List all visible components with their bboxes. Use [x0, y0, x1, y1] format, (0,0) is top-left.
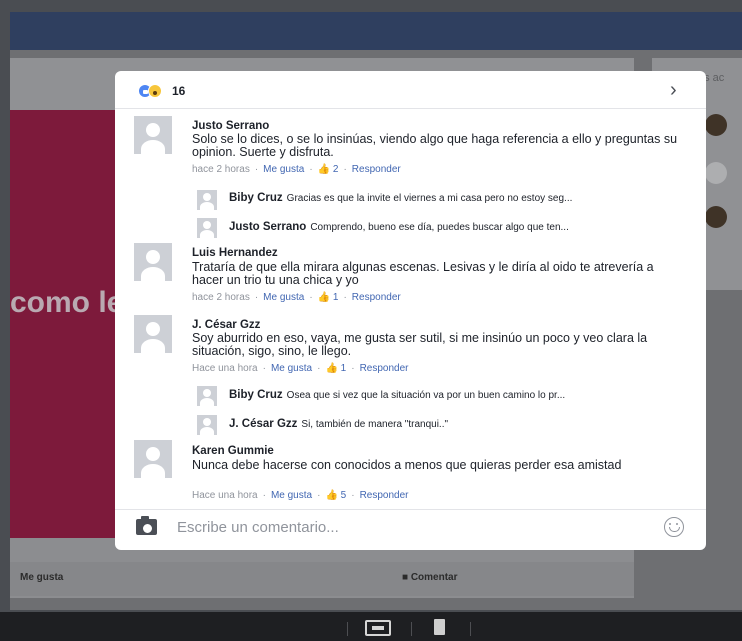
- avatar[interactable]: [197, 218, 217, 238]
- reply-link[interactable]: Responder: [360, 363, 409, 374]
- avatar[interactable]: [134, 440, 172, 478]
- reply-item[interactable]: J. César Gzz Si, también de manera "tranq…: [229, 418, 448, 430]
- reply-link[interactable]: Responder: [360, 490, 409, 501]
- reply-link[interactable]: Responder: [352, 292, 401, 303]
- reply-author[interactable]: Justo Serrano: [229, 221, 306, 233]
- avatar[interactable]: [134, 116, 172, 154]
- comment-time[interactable]: Hace una hora: [192, 363, 258, 374]
- reply-author[interactable]: Biby Cruz: [229, 192, 283, 204]
- avatar[interactable]: [197, 386, 217, 406]
- avatar[interactable]: [197, 415, 217, 435]
- comment-author[interactable]: Karen Gummie: [192, 445, 274, 457]
- comment-text: Trataría de que ella mirara algunas esce…: [192, 260, 654, 287]
- comment-time[interactable]: hace 2 horas: [192, 164, 250, 175]
- post-like-button[interactable]: Me gusta: [20, 572, 63, 583]
- reply-text: Si, también de manera "tranqui..": [301, 419, 449, 430]
- post-image-text: como le: [10, 286, 124, 319]
- like-count-value: 5: [340, 490, 347, 501]
- comment-time[interactable]: hace 2 horas: [192, 292, 250, 303]
- like-link[interactable]: Me gusta: [271, 363, 312, 374]
- window-switch-icon[interactable]: [365, 620, 391, 636]
- like-count[interactable]: 👍 2: [318, 164, 339, 175]
- avatar[interactable]: [134, 315, 172, 353]
- like-count[interactable]: 👍 1: [318, 292, 339, 303]
- like-count[interactable]: 👍 5: [325, 490, 346, 501]
- post-comment-label: Comentar: [410, 572, 458, 583]
- reply-text: Gracias es que la invite el viernes a mi…: [286, 193, 573, 204]
- like-link[interactable]: Me gusta: [263, 292, 304, 303]
- avatar[interactable]: [134, 243, 172, 281]
- camera-icon[interactable]: [136, 516, 157, 535]
- emoji-icon[interactable]: [664, 517, 684, 537]
- comment-input[interactable]: [177, 516, 647, 538]
- like-count-value: 1: [332, 292, 339, 303]
- sidebar-avatar[interactable]: [705, 114, 727, 136]
- comment-text: Soy aburrido en eso, vaya, me gusta ser …: [192, 331, 648, 358]
- comment-author[interactable]: Justo Serrano: [192, 120, 269, 132]
- reply-author[interactable]: Biby Cruz: [229, 389, 283, 401]
- like-count-value: 1: [340, 363, 347, 374]
- wow-icon: [148, 84, 162, 98]
- comment-time[interactable]: Hace una hora: [192, 490, 258, 501]
- divider: [115, 108, 706, 109]
- reaction-count[interactable]: 16: [172, 84, 185, 98]
- modal-header: 16 ›: [115, 71, 706, 109]
- like-link[interactable]: Me gusta: [271, 490, 312, 501]
- divider: [115, 509, 706, 510]
- like-count-value: 2: [332, 164, 339, 175]
- avatar[interactable]: [197, 190, 217, 210]
- comment-author[interactable]: Luis Hernandez: [192, 247, 278, 259]
- comment-meta: Hace una hora · Me gusta · 👍 1 · Responder: [192, 363, 409, 374]
- app-topbar: [10, 12, 742, 50]
- app-icon[interactable]: [434, 619, 445, 635]
- comment-meta: Hace una hora · Me gusta · 👍 5 · Responder: [192, 490, 409, 501]
- reply-author[interactable]: J. César Gzz: [229, 418, 297, 430]
- taskbar-separator: [470, 622, 471, 636]
- taskbar-separator: [411, 622, 412, 636]
- reply-text: Osea que si vez que la situación va por …: [286, 390, 566, 401]
- taskbar-separator: [347, 622, 348, 636]
- comment-text: Solo se lo dices, o se lo insinúas, vien…: [192, 132, 678, 159]
- comments-modal: 16 › Justo Serrano Solo se lo dices, o s…: [115, 71, 706, 550]
- reply-item[interactable]: Justo Serrano Comprendo, bueno ese día, p…: [229, 221, 569, 233]
- comment-meta: hace 2 horas · Me gusta · 👍 1 · Responder: [192, 292, 401, 303]
- reply-link[interactable]: Responder: [352, 164, 401, 175]
- like-link[interactable]: Me gusta: [263, 164, 304, 175]
- like-count[interactable]: 👍 1: [325, 363, 346, 374]
- comment-author[interactable]: J. César Gzz: [192, 319, 260, 331]
- sidebar-avatar[interactable]: [705, 206, 727, 228]
- post-action-bar: [10, 562, 634, 596]
- reply-item[interactable]: Biby Cruz Osea que si vez que la situació…: [229, 389, 565, 401]
- comment-meta: hace 2 horas · Me gusta · 👍 2 · Responder: [192, 164, 401, 175]
- reply-item[interactable]: Biby Cruz Gracias es que la invite el vie…: [229, 192, 572, 204]
- post-comment-button[interactable]: ■ Comentar: [402, 572, 458, 583]
- comment-text: Nunca debe hacerse con conocidos a menos…: [192, 458, 622, 472]
- sidebar-avatar[interactable]: [705, 162, 727, 184]
- reply-text: Comprendo, bueno ese día, puedes buscar …: [310, 222, 569, 233]
- chevron-right-icon[interactable]: ›: [670, 79, 677, 102]
